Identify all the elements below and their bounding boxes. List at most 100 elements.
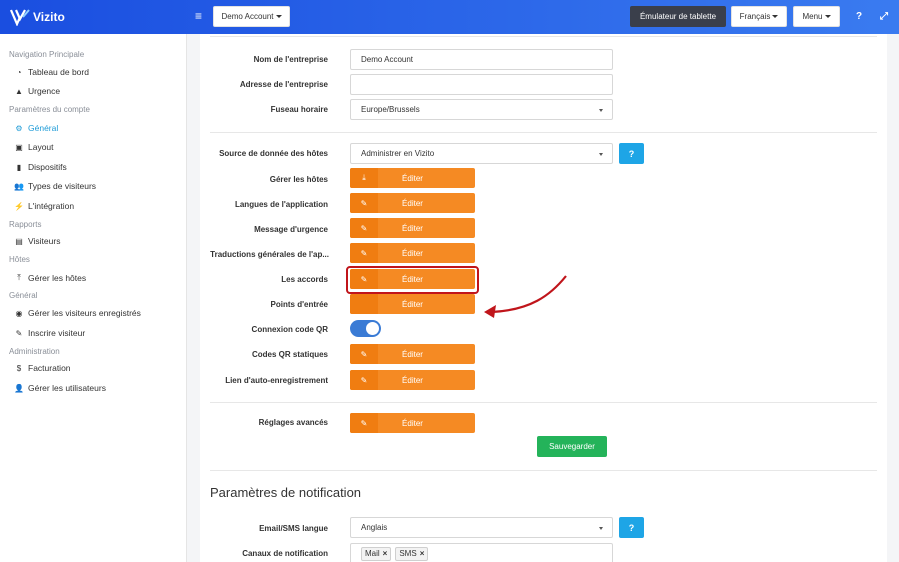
sidebar-section-title: Paramètres du compte <box>9 105 90 114</box>
tablet-emulator-button[interactable]: Émulateur de tablette <box>630 6 726 27</box>
manage-hosts-label: Gérer les hôtes <box>269 175 328 184</box>
edit-button-label: Éditer <box>402 418 423 428</box>
sidebar-item-label: Inscrire visiteur <box>28 328 86 338</box>
sidebar-item-label: Gérer les utilisateurs <box>28 383 106 393</box>
edit-button-label: Éditer <box>402 299 423 309</box>
emergency-message-edit-button[interactable]: ✎ Éditer <box>350 218 475 238</box>
edit-icon: ✎ <box>350 344 378 364</box>
notification-channels-input[interactable]: Mail × SMS × <box>350 543 613 562</box>
sidebar-section-title: Rapports <box>9 220 42 229</box>
language-dropdown[interactable]: Français <box>731 6 787 27</box>
notification-settings-heading: Paramètres de notification <box>210 485 362 500</box>
agreements-highlight-box <box>346 266 479 294</box>
dashboard-icon: ◔ <box>16 67 22 77</box>
user-plus-icon: 👤 <box>14 383 24 393</box>
divider <box>210 402 877 403</box>
static-qr-codes-label: Codes QR statiques <box>251 350 328 359</box>
hamburger-menu-icon[interactable]: ≡ <box>195 10 202 22</box>
sidebar-section-title: Hôtes <box>9 255 30 264</box>
sidebar-item-gerer-les-visiteurs-enregistres[interactable]: ◉ Gérer les visiteurs enregistrés <box>0 304 186 322</box>
edit-button-label: Éditer <box>402 375 423 385</box>
sidebar-item-integration[interactable]: ⚡ L'intégration <box>0 197 186 215</box>
sidebar-item-layout[interactable]: ▣ Layout <box>0 138 186 156</box>
sidebar: Navigation Principale ◔ Tableau de bord ▲… <box>0 34 187 562</box>
edit-button-label: Éditer <box>402 198 423 208</box>
warning-icon: ▲ <box>15 86 23 96</box>
sidebar-item-label: Urgence <box>28 86 61 96</box>
upload-icon: ⤒ <box>17 273 21 282</box>
sidebar-item-urgence[interactable]: ▲ Urgence <box>0 82 186 100</box>
sidebar-item-label: Gérer les visiteurs enregistrés <box>28 308 141 318</box>
static-qr-codes-edit-button[interactable]: ✎ Éditer <box>350 344 475 364</box>
sidebar-item-label: Types de visiteurs <box>28 181 97 191</box>
host-data-source-select[interactable]: Administrer en Vizito <box>350 143 613 164</box>
agreements-label: Les accords <box>281 275 328 284</box>
notification-channels-label: Canaux de notification <box>242 549 328 558</box>
chevron-down-icon <box>599 153 603 156</box>
entry-points-label: Points d'entrée <box>270 300 328 309</box>
save-button[interactable]: Sauvegarder <box>537 436 607 457</box>
sidebar-item-dispositifs[interactable]: ▮ Dispositifs <box>0 158 186 176</box>
email-sms-language-help-button[interactable]: ? <box>619 517 644 538</box>
manage-hosts-edit-button[interactable]: ⤓ Éditer <box>350 168 475 188</box>
general-translations-edit-button[interactable]: ✎ Éditer <box>350 243 475 263</box>
sidebar-item-visiteurs[interactable]: ▤ Visiteurs <box>0 232 186 250</box>
edit-button-label: Éditer <box>402 223 423 233</box>
company-name-input[interactable]: Demo Account <box>350 49 613 70</box>
account-dropdown[interactable]: Demo Account <box>213 6 290 27</box>
edit-button-label: Éditer <box>402 248 423 258</box>
main-content: Nom de l'entreprise Demo Account Adresse… <box>200 34 887 562</box>
email-sms-language-select[interactable]: Anglais <box>350 517 613 538</box>
channel-tag-sms: SMS × <box>395 546 429 561</box>
close-icon[interactable]: × <box>420 549 425 558</box>
chevron-down-icon <box>772 15 779 18</box>
sidebar-item-facturation[interactable]: $ Facturation <box>0 359 186 377</box>
edit-button-label: Éditer <box>402 173 423 183</box>
app-languages-edit-button[interactable]: ✎ Éditer <box>350 193 475 213</box>
gear-icon: ⚙ <box>15 123 23 133</box>
qr-connection-toggle[interactable] <box>350 320 381 337</box>
host-data-source-help-button[interactable]: ? <box>619 143 644 164</box>
sidebar-item-general[interactable]: ⚙ Général <box>0 119 186 137</box>
divider <box>210 36 877 37</box>
sidebar-item-label: L'intégration <box>28 201 75 211</box>
host-data-source-value: Administrer en Vizito <box>361 149 435 158</box>
image-icon: ▣ <box>15 142 23 152</box>
chevron-down-icon <box>275 15 282 18</box>
tablet-icon: ▮ <box>16 162 22 172</box>
qr-connection-label: Connexion code QR <box>251 325 328 334</box>
sidebar-item-tableau-de-bord[interactable]: ◔ Tableau de bord <box>0 63 186 81</box>
app-languages-label: Langues de l'application <box>234 200 328 209</box>
sidebar-item-types-de-visiteurs[interactable]: 👥 Types de visiteurs <box>0 177 186 195</box>
sidebar-item-label: Facturation <box>28 363 71 373</box>
help-icon[interactable]: ? <box>856 11 862 22</box>
self-registration-link-edit-button[interactable]: ✎ Éditer <box>350 370 475 390</box>
close-icon[interactable]: × <box>383 549 388 558</box>
dollar-icon: $ <box>16 363 22 373</box>
menu-dropdown[interactable]: Menu <box>793 6 840 27</box>
edit-icon <box>350 294 378 314</box>
edit-icon: ✎ <box>350 413 378 433</box>
edit-icon: ✎ <box>350 193 378 213</box>
advanced-settings-edit-button[interactable]: ✎ Éditer <box>350 413 475 433</box>
tag-label: Mail <box>365 549 380 558</box>
company-address-input[interactable] <box>350 74 613 95</box>
company-name-value: Demo Account <box>361 55 414 64</box>
sidebar-item-inscrire-visiteur[interactable]: ✎ Inscrire visiteur <box>0 324 186 342</box>
plug-icon: ⚡ <box>14 201 24 211</box>
sidebar-item-label: Visiteurs <box>28 236 61 246</box>
expand-icon[interactable]: ⤢ <box>880 11 888 22</box>
sidebar-item-label: Layout <box>28 142 54 152</box>
timezone-select[interactable]: Europe/Brussels <box>350 99 613 120</box>
entry-points-edit-button[interactable]: Éditer <box>350 294 475 314</box>
email-sms-language-value: Anglais <box>361 523 388 532</box>
id-card-icon: ◉ <box>15 308 23 318</box>
company-address-label: Adresse de l'entreprise <box>239 80 328 89</box>
app-logo[interactable]: Vizito <box>10 8 65 26</box>
tablet-emulator-label: Émulateur de tablette <box>639 12 717 21</box>
menu-dropdown-label: Menu <box>802 12 823 21</box>
download-icon: ⤓ <box>350 168 378 188</box>
company-name-label: Nom de l'entreprise <box>253 55 328 64</box>
sidebar-item-gerer-les-utilisateurs[interactable]: 👤 Gérer les utilisateurs <box>0 379 186 397</box>
sidebar-item-gerer-les-hotes[interactable]: ⤒ Gérer les hôtes <box>0 269 186 287</box>
